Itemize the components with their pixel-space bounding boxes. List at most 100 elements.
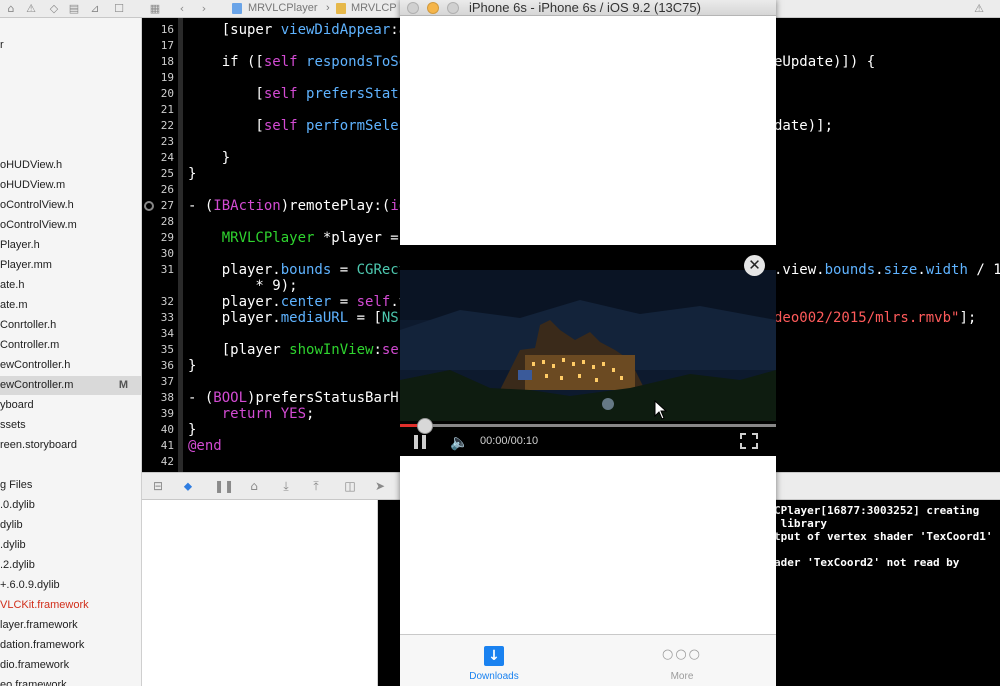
close-window-button[interactable] (407, 2, 419, 14)
navigator-file-item[interactable]: dylib (0, 516, 141, 535)
navigator-file-label: ate.h (0, 279, 25, 291)
code-line-16[interactable]: [super viewDidAppear:a (188, 22, 407, 38)
pause-continue-icon[interactable]: ❚❚ (214, 479, 234, 493)
navigator-file-item[interactable]: .0.dylib (0, 496, 141, 515)
tab-more[interactable]: ○○○ More (588, 635, 776, 686)
code-line-22-visible-end[interactable]: date)]; (774, 118, 833, 134)
line-number: 32 (160, 295, 174, 308)
code-line-38[interactable]: return YES; (188, 406, 315, 422)
progress-track[interactable] (400, 424, 776, 427)
navigator-file-item[interactable]: dio.framework (0, 656, 141, 675)
code-line-35[interactable]: } (188, 358, 196, 374)
navigator-file-item[interactable] (0, 56, 141, 75)
simulator-title-bar[interactable]: iPhone 6s - iPhone 6s / iOS 9.2 (13C75) (400, 0, 776, 16)
tag-icon[interactable]: ⊿ (88, 2, 102, 15)
progress-slider-knob[interactable] (416, 418, 433, 434)
line-number: 37 (160, 375, 174, 388)
step-out-icon[interactable]: ⤒ (308, 479, 324, 493)
warning-icon[interactable]: ⚠ (24, 2, 38, 15)
navigator-file-item[interactable]: Player.h (0, 236, 141, 255)
fullscreen-icon[interactable] (740, 433, 758, 449)
breadcrumb-separator: › (326, 2, 330, 14)
code-line-31[interactable]: player.center = self.v (188, 294, 407, 310)
code-line-34[interactable]: [player showInView:se (188, 342, 399, 358)
breadcrumb-group[interactable]: MRVLCP (351, 2, 397, 14)
navigator-file-item[interactable] (0, 96, 141, 115)
navigator-file-item[interactable]: reen.storyboard (0, 436, 141, 455)
code-line-28[interactable]: MRVLCPlayer *player = (188, 230, 407, 246)
code-line-32-visible-end[interactable]: deo002/2015/mlrs.rmvb"]; (774, 310, 976, 326)
navigator-file-item[interactable] (0, 116, 141, 135)
code-line-30-visible-end[interactable]: .view.bounds.size.width / 1 (774, 262, 1000, 278)
download-icon: ↓ (484, 646, 504, 666)
navigator-file-item[interactable]: r (0, 36, 141, 55)
navigator-file-item[interactable]: oControlView.m (0, 216, 141, 235)
navigator-file-item[interactable]: eo.framework (0, 676, 141, 686)
report-navigator-icon[interactable]: ☐ (112, 2, 126, 15)
step-into-icon[interactable]: ⤓ (278, 479, 294, 493)
navigator-file-item[interactable]: Conrtoller.h (0, 316, 141, 335)
code-line-22[interactable]: [self performSelec (188, 118, 407, 134)
navigator-file-item[interactable]: g Files (0, 476, 141, 495)
code-line-26[interactable]: - (IBAction)remotePlay:(id (188, 198, 407, 214)
navigator-file-item[interactable]: Player.mm (0, 256, 141, 275)
video-frame[interactable] (400, 270, 776, 430)
navigator-file-item[interactable]: oHUDView.m (0, 176, 141, 195)
navigator-file-item[interactable]: ssets (0, 416, 141, 435)
grid-icon[interactable]: ▦ (148, 2, 162, 15)
navigator-file-item[interactable]: ewController.m M (0, 376, 141, 395)
close-player-button[interactable]: ✕ (744, 255, 765, 276)
hide-debug-area-icon[interactable]: ⊟ (150, 479, 166, 493)
navigator-file-item[interactable]: .2.dylib (0, 556, 141, 575)
minimize-window-button[interactable] (427, 2, 439, 14)
navigator-file-item[interactable]: ewController.h (0, 356, 141, 375)
tab-downloads[interactable]: ↓ Downloads (400, 635, 588, 686)
tab-label-more: More (670, 671, 694, 682)
debug-navigator-icon[interactable]: ▤ (67, 2, 81, 15)
line-number-gutter[interactable]: 16 17 18 19 20 21 22 23 24 25 26 27 28 29 30 31 32 33 34 35… (142, 18, 178, 472)
back-icon[interactable]: ‹ (175, 2, 189, 15)
breadcrumb-project[interactable]: MRVLCPlayer (248, 2, 318, 14)
location-icon[interactable]: ➤ (372, 479, 388, 493)
code-line-24[interactable]: } (188, 166, 196, 182)
code-line-30[interactable]: player.bounds = CGRect (188, 262, 407, 278)
navigator-file-item[interactable] (0, 456, 141, 475)
navigator-file-item[interactable]: VLCKit.framework (0, 596, 141, 615)
navigator-file-item[interactable]: dation.framework (0, 636, 141, 655)
pause-button[interactable] (414, 435, 428, 449)
test-navigator-icon[interactable]: ◇ (47, 2, 61, 15)
zoom-window-button[interactable] (447, 2, 459, 14)
navigator-file-item[interactable]: yboard (0, 396, 141, 415)
navigator-file-item[interactable]: .dylib (0, 536, 141, 555)
code-line-23[interactable]: } (188, 150, 230, 166)
forward-icon[interactable]: › (197, 2, 211, 15)
code-line-20[interactable]: [self prefersStatu (188, 86, 407, 102)
line-number: 42 (160, 455, 174, 468)
navigator-file-item[interactable] (0, 136, 141, 155)
navigator-file-item[interactable]: +.6.0.9.dylib (0, 576, 141, 595)
navigator-file-item[interactable]: ate.h (0, 276, 141, 295)
code-line-18-visible-end[interactable]: eUpdate)]) { (774, 54, 875, 70)
navigator-file-item[interactable] (0, 76, 141, 95)
code-line-32[interactable]: player.mediaURL = [NS (188, 310, 399, 326)
navigator-file-item[interactable]: oHUDView.h (0, 156, 141, 175)
navigator-file-label: oControlView.m (0, 219, 77, 231)
breakpoint-navigator-icon[interactable]: ⌂ (4, 2, 18, 15)
navigator-file-item[interactable]: ate.m (0, 296, 141, 315)
code-line-18[interactable]: if ([self respondsToSe (188, 54, 407, 70)
video-player[interactable]: ✕ 🔈 00:00/00:10 (400, 245, 776, 456)
breakpoint-indicator-icon[interactable] (144, 201, 154, 211)
breakpoints-toggle-icon[interactable]: ⬥ (180, 479, 196, 493)
navigator-file-item[interactable]: layer.framework (0, 616, 141, 635)
step-over-icon[interactable]: ⌂ (246, 479, 262, 493)
navigator-file-item[interactable]: Controller.m (0, 336, 141, 355)
view-hierarchy-icon[interactable]: ◫ (342, 479, 358, 493)
navigator-file-item[interactable]: oControlView.h (0, 196, 141, 215)
variables-view[interactable] (142, 500, 378, 686)
code-line-40[interactable]: @end (188, 438, 222, 454)
code-line-39[interactable]: } (188, 422, 196, 438)
volume-icon[interactable]: 🔈 (450, 433, 469, 451)
code-line-30-wrap[interactable]: * 9); (188, 278, 297, 294)
warning-icon[interactable]: ⚠ (972, 2, 986, 15)
code-line-37[interactable]: - (BOOL)prefersStatusBarH (188, 390, 399, 406)
